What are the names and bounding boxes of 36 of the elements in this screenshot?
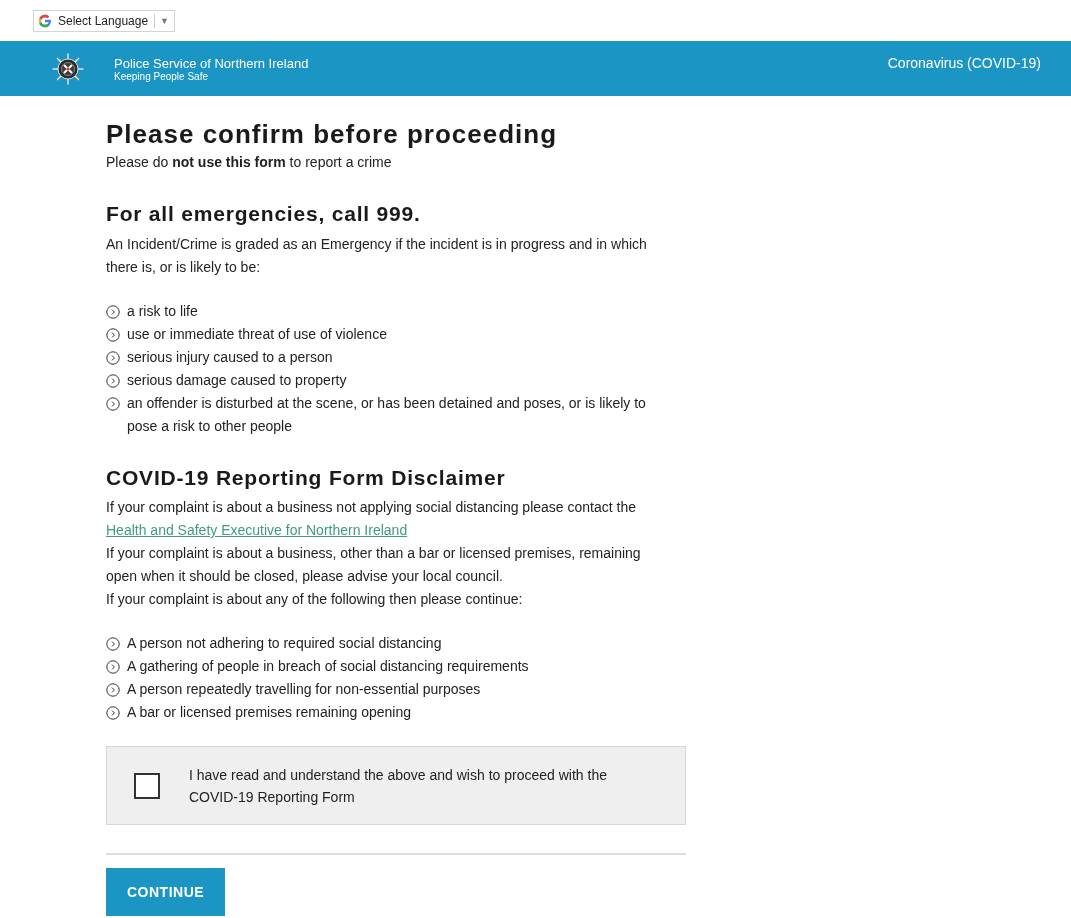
chevron-circle-icon <box>106 304 120 319</box>
continue-button[interactable]: CONTINUE <box>106 868 226 916</box>
paragraph-text: An Incident/Crime is graded as an Emergency if the incident is in progress and in which there is, or is likely to be: <box>106 235 648 277</box>
list-item-text: A person not adhering to required social distancing <box>127 634 442 653</box>
chevron-circle-icon <box>106 327 120 342</box>
list-item-text: A bar or licensed premises remaining opening <box>127 703 412 722</box>
text-link[interactable]: Health and Safety Executive for Northern Ireland <box>106 522 408 538</box>
tagline: Keeping People Safe <box>114 70 209 83</box>
subtitle-text: Please do not use this form to report a crime <box>106 153 393 171</box>
list-item-text: a risk to life <box>127 302 198 321</box>
section-heading: COVID-19 Reporting Form Disclaimer <box>106 465 507 491</box>
chevron-circle-icon <box>106 705 120 720</box>
chevron-circle-icon <box>106 682 120 697</box>
list-item-text: serious injury caused to a person <box>127 348 333 367</box>
organisation-name: Police Service of Northern Ireland <box>114 55 309 71</box>
section-heading: For all emergencies, call 999. <box>106 201 422 227</box>
list-item-text: an offender is disturbed at the scene, or has been detained and poses, or is likely to pose a risk to other people <box>127 394 647 436</box>
consent-label: I have read and understand the above and wish to proceed with the COVID-19 Reporting Form <box>189 765 608 807</box>
list-item-text: serious damage caused to property <box>127 371 347 390</box>
list-item-text: use or immediate threat of use of violence <box>127 325 387 344</box>
chevron-circle-icon <box>106 350 120 365</box>
chevron-circle-icon <box>106 659 120 674</box>
paragraph-text: If your complaint is about a business not applying social distancing please contact the <box>106 498 637 517</box>
list-item-text: A gathering of people in breach of social distancing requirements <box>127 657 529 676</box>
page-title: Please confirm before proceeding <box>106 119 558 149</box>
language-select[interactable]: Select Language ▼ <box>33 10 175 32</box>
nav-link[interactable]: Coronavirus (COVID-19) <box>887 55 1041 71</box>
list-item-text: A person repeatedly travelling for non-essential purposes <box>127 680 481 699</box>
star-badge-icon <box>52 53 84 85</box>
paragraph-text: If your complaint is about any of the following then please continue: <box>106 590 524 609</box>
paragraph-text: If your complaint is about a business, other than a bar or licensed premises, remaining open when it should be closed, please advise your local council. <box>106 544 642 586</box>
chevron-circle-icon <box>106 636 120 651</box>
checkbox[interactable] <box>134 772 160 799</box>
google-g-icon <box>37 13 53 29</box>
chevron-circle-icon <box>106 396 120 411</box>
chevron-circle-icon <box>106 373 120 388</box>
